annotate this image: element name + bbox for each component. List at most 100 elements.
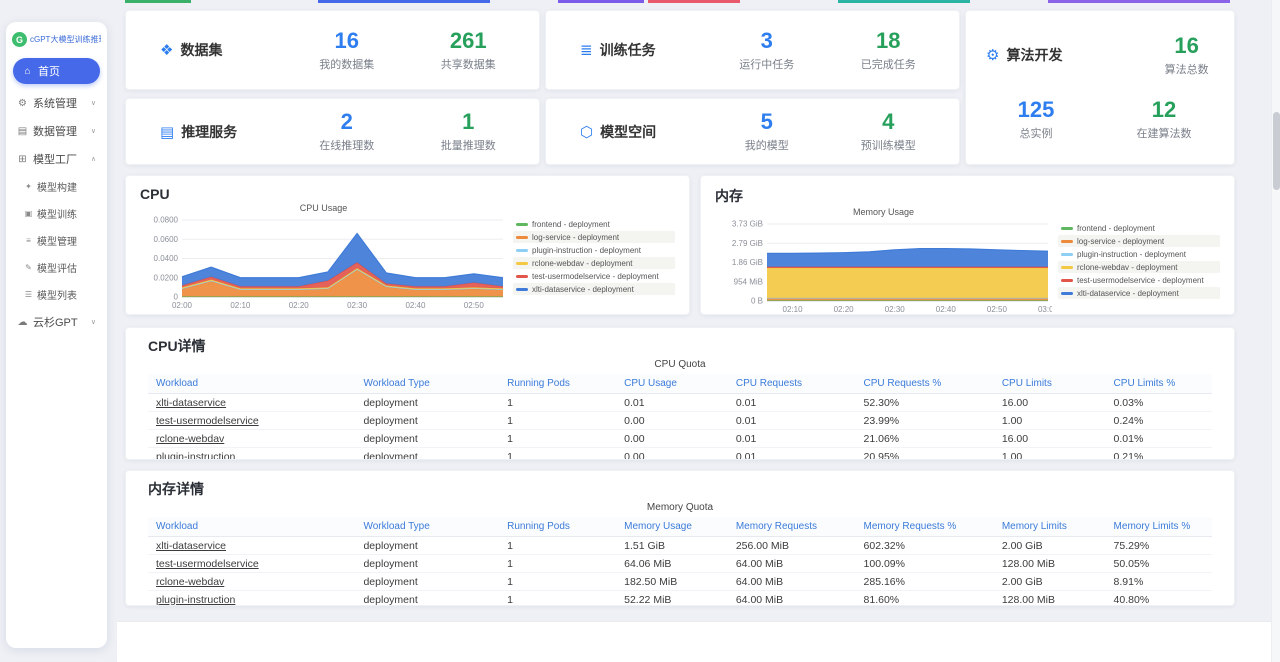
- column-header[interactable]: Running Pods: [499, 374, 617, 394]
- column-header[interactable]: Memory Usage: [616, 517, 728, 537]
- table-body: xlti-dataservice deployment 1 0.01 0.01 52.30…: [148, 393, 1212, 459]
- column-header[interactable]: Memory Limits: [993, 517, 1106, 537]
- page-footer: [117, 621, 1280, 662]
- column-header[interactable]: Memory Requests %: [855, 517, 994, 537]
- logo: G cGPT大模型训练推理平台: [11, 30, 102, 56]
- svg-text:02:40: 02:40: [405, 301, 426, 310]
- legend-item[interactable]: plugin-instruction - deployment: [1058, 248, 1220, 260]
- gear-icon: ⚙: [18, 97, 27, 109]
- scrollbar[interactable]: [1271, 0, 1280, 662]
- column-header[interactable]: Workload Type: [355, 374, 500, 394]
- table-cell: 0.03%: [1105, 393, 1212, 412]
- metric-label: 共享数据集: [440, 58, 496, 71]
- card-head: ▤ 推理服务: [136, 122, 286, 142]
- column-header[interactable]: Workload: [148, 517, 356, 537]
- svg-text:02:50: 02:50: [464, 301, 485, 310]
- column-header[interactable]: CPU Usage: [616, 374, 728, 394]
- legend-swatch: [1061, 226, 1073, 230]
- metric-value: 12: [1151, 97, 1177, 123]
- workload-link[interactable]: rclone-webdav: [148, 572, 356, 591]
- metric: 12 在建算法数: [1100, 98, 1228, 141]
- column-header[interactable]: Memory Limits %: [1105, 517, 1212, 537]
- column-header[interactable]: CPU Requests: [727, 374, 856, 394]
- workload-link[interactable]: test-usermodelservice: [148, 554, 356, 573]
- factory-icon: ⊞: [18, 153, 27, 165]
- algo-row: ⚙ 算法开发 16 算法总数: [972, 33, 1228, 77]
- table-cell: 64.00 MiB: [727, 572, 856, 591]
- cpu-quota-title: CPU Quota: [654, 359, 706, 370]
- legend-label: xlti-dataservice - deployment: [1077, 288, 1179, 298]
- sidebar-item-system[interactable]: ⚙ 系统管理 ∨: [11, 89, 102, 117]
- legend-label: rclone-webdav - deployment: [532, 258, 633, 268]
- legend-item[interactable]: log-service - deployment: [1058, 235, 1220, 247]
- workload-link[interactable]: xlti-dataservice: [148, 393, 356, 412]
- legend-item[interactable]: test-usermodelservice - deployment: [1058, 274, 1220, 286]
- legend-item[interactable]: xlti-dataservice - deployment: [1058, 287, 1220, 299]
- column-header[interactable]: CPU Requests %: [855, 374, 994, 394]
- legend-label: log-service - deployment: [532, 232, 620, 242]
- svg-text:0.0200: 0.0200: [154, 273, 179, 282]
- table-cell: 602.32%: [855, 536, 994, 555]
- sidebar-item-model-eval[interactable]: ✎ 模型评估: [11, 254, 102, 281]
- chart-wrap: CPU Usage 0 0.0200 0.0400 0.0600 0.0800 02:00…: [140, 203, 675, 310]
- column-header[interactable]: Workload: [148, 374, 356, 394]
- metric-value: 18: [876, 27, 901, 53]
- workload-link[interactable]: test-usermodelservice: [148, 411, 356, 430]
- workload-link[interactable]: xlti-dataservice: [148, 536, 356, 555]
- memory-quota-table: Workload Workload Type Running Pods Memory …: [148, 517, 1212, 605]
- memory-usage-chart[interactable]: 0 B 954 MiB 1.86 GiB 2.79 GiB 3.73 GiB 02:10 0…: [715, 220, 1052, 314]
- scrollbar-thumb[interactable]: [1273, 112, 1280, 190]
- legend-item[interactable]: rclone-webdav - deployment: [513, 257, 675, 269]
- cpu-usage-chart[interactable]: 0 0.0200 0.0400 0.0600 0.0800 02:00 02:10 02:20…: [140, 216, 507, 310]
- column-header[interactable]: Workload Type: [355, 517, 500, 537]
- sidebar-item-model-manage[interactable]: ≡ 模型管理: [11, 227, 102, 254]
- workload-link[interactable]: rclone-webdav: [148, 429, 356, 448]
- sidebar-item-label: 模型工厂: [33, 154, 77, 166]
- sidebar-item-cloudgpt[interactable]: ☁ 云杉GPT ∨: [11, 308, 102, 336]
- inference-icon: ▤: [160, 123, 175, 141]
- table-cell: 64.06 MiB: [616, 554, 728, 573]
- table-row: test-usermodelservice deployment 1 64.06 Mi…: [148, 554, 1212, 573]
- card-title: 推理服务: [181, 123, 238, 140]
- sidebar-item-model-build[interactable]: ✦ 模型构建: [11, 173, 102, 200]
- sidebar-item-home[interactable]: ⌂ 首页: [13, 58, 100, 84]
- legend-item[interactable]: log-service - deployment: [513, 231, 675, 243]
- legend-item[interactable]: plugin-instruction - deployment: [513, 244, 675, 256]
- legend-swatch: [516, 222, 528, 226]
- chart-wrap: Memory Usage 0 B 954 MiB 1.86 GiB 2.79 GiB 3…: [715, 207, 1220, 314]
- table-cell: 2.00 GiB: [993, 536, 1106, 555]
- card-head: ❖ 数据集: [136, 40, 286, 60]
- legend-item[interactable]: test-usermodelservice - deployment: [513, 270, 675, 282]
- sidebar-item-model-train[interactable]: ▣ 模型训练: [11, 200, 102, 227]
- legend-label: plugin-instruction - deployment: [1077, 249, 1186, 259]
- algo-row: 125 总实例 12 在建算法数: [972, 98, 1228, 141]
- legend-item[interactable]: xlti-dataservice - deployment: [513, 283, 675, 295]
- table-cell: 1: [499, 429, 617, 448]
- legend-item[interactable]: frontend - deployment: [513, 218, 675, 230]
- model-list-icon: ☰: [24, 290, 33, 299]
- sidebar-item-modelfactory[interactable]: ⊞ 模型工厂 ∧: [11, 145, 102, 173]
- legend-item[interactable]: frontend - deployment: [1058, 222, 1220, 234]
- column-header[interactable]: Running Pods: [499, 517, 617, 537]
- legend-item[interactable]: rclone-webdav - deployment: [1058, 261, 1220, 273]
- card-title: 数据集: [180, 42, 223, 58]
- model-eval-icon: ✎: [25, 263, 32, 272]
- column-header[interactable]: CPU Limits %: [1105, 374, 1212, 394]
- sidebar-item-model-list[interactable]: ☰ 模型列表: [11, 281, 102, 308]
- column-header[interactable]: CPU Limits: [993, 374, 1106, 394]
- metric-value: 5: [760, 109, 773, 134]
- svg-text:03:00: 03:00: [1038, 305, 1052, 314]
- workload-link[interactable]: plugin-instruction: [148, 447, 356, 459]
- modelspace-icon: ⬡: [580, 123, 594, 141]
- chart-main: CPU Usage 0 0.0200 0.0400 0.0600 0.0800 02:00…: [140, 203, 507, 310]
- sidebar-item-label: 系统管理: [33, 98, 77, 110]
- home-icon: ⌂: [24, 65, 31, 77]
- sidebar-item-data[interactable]: ▤ 数据管理 ∨: [11, 117, 102, 145]
- inference-card: ▤ 推理服务 2 在线推理数 1 批量推理数: [125, 98, 540, 165]
- column-header[interactable]: Memory Requests: [727, 517, 856, 537]
- table-cell: 0.01: [727, 447, 856, 459]
- legend-swatch: [1061, 291, 1073, 295]
- table-cell: 0.00: [616, 429, 728, 448]
- workload-link[interactable]: plugin-instruction: [148, 590, 356, 605]
- table-cell: 0.01: [727, 429, 856, 448]
